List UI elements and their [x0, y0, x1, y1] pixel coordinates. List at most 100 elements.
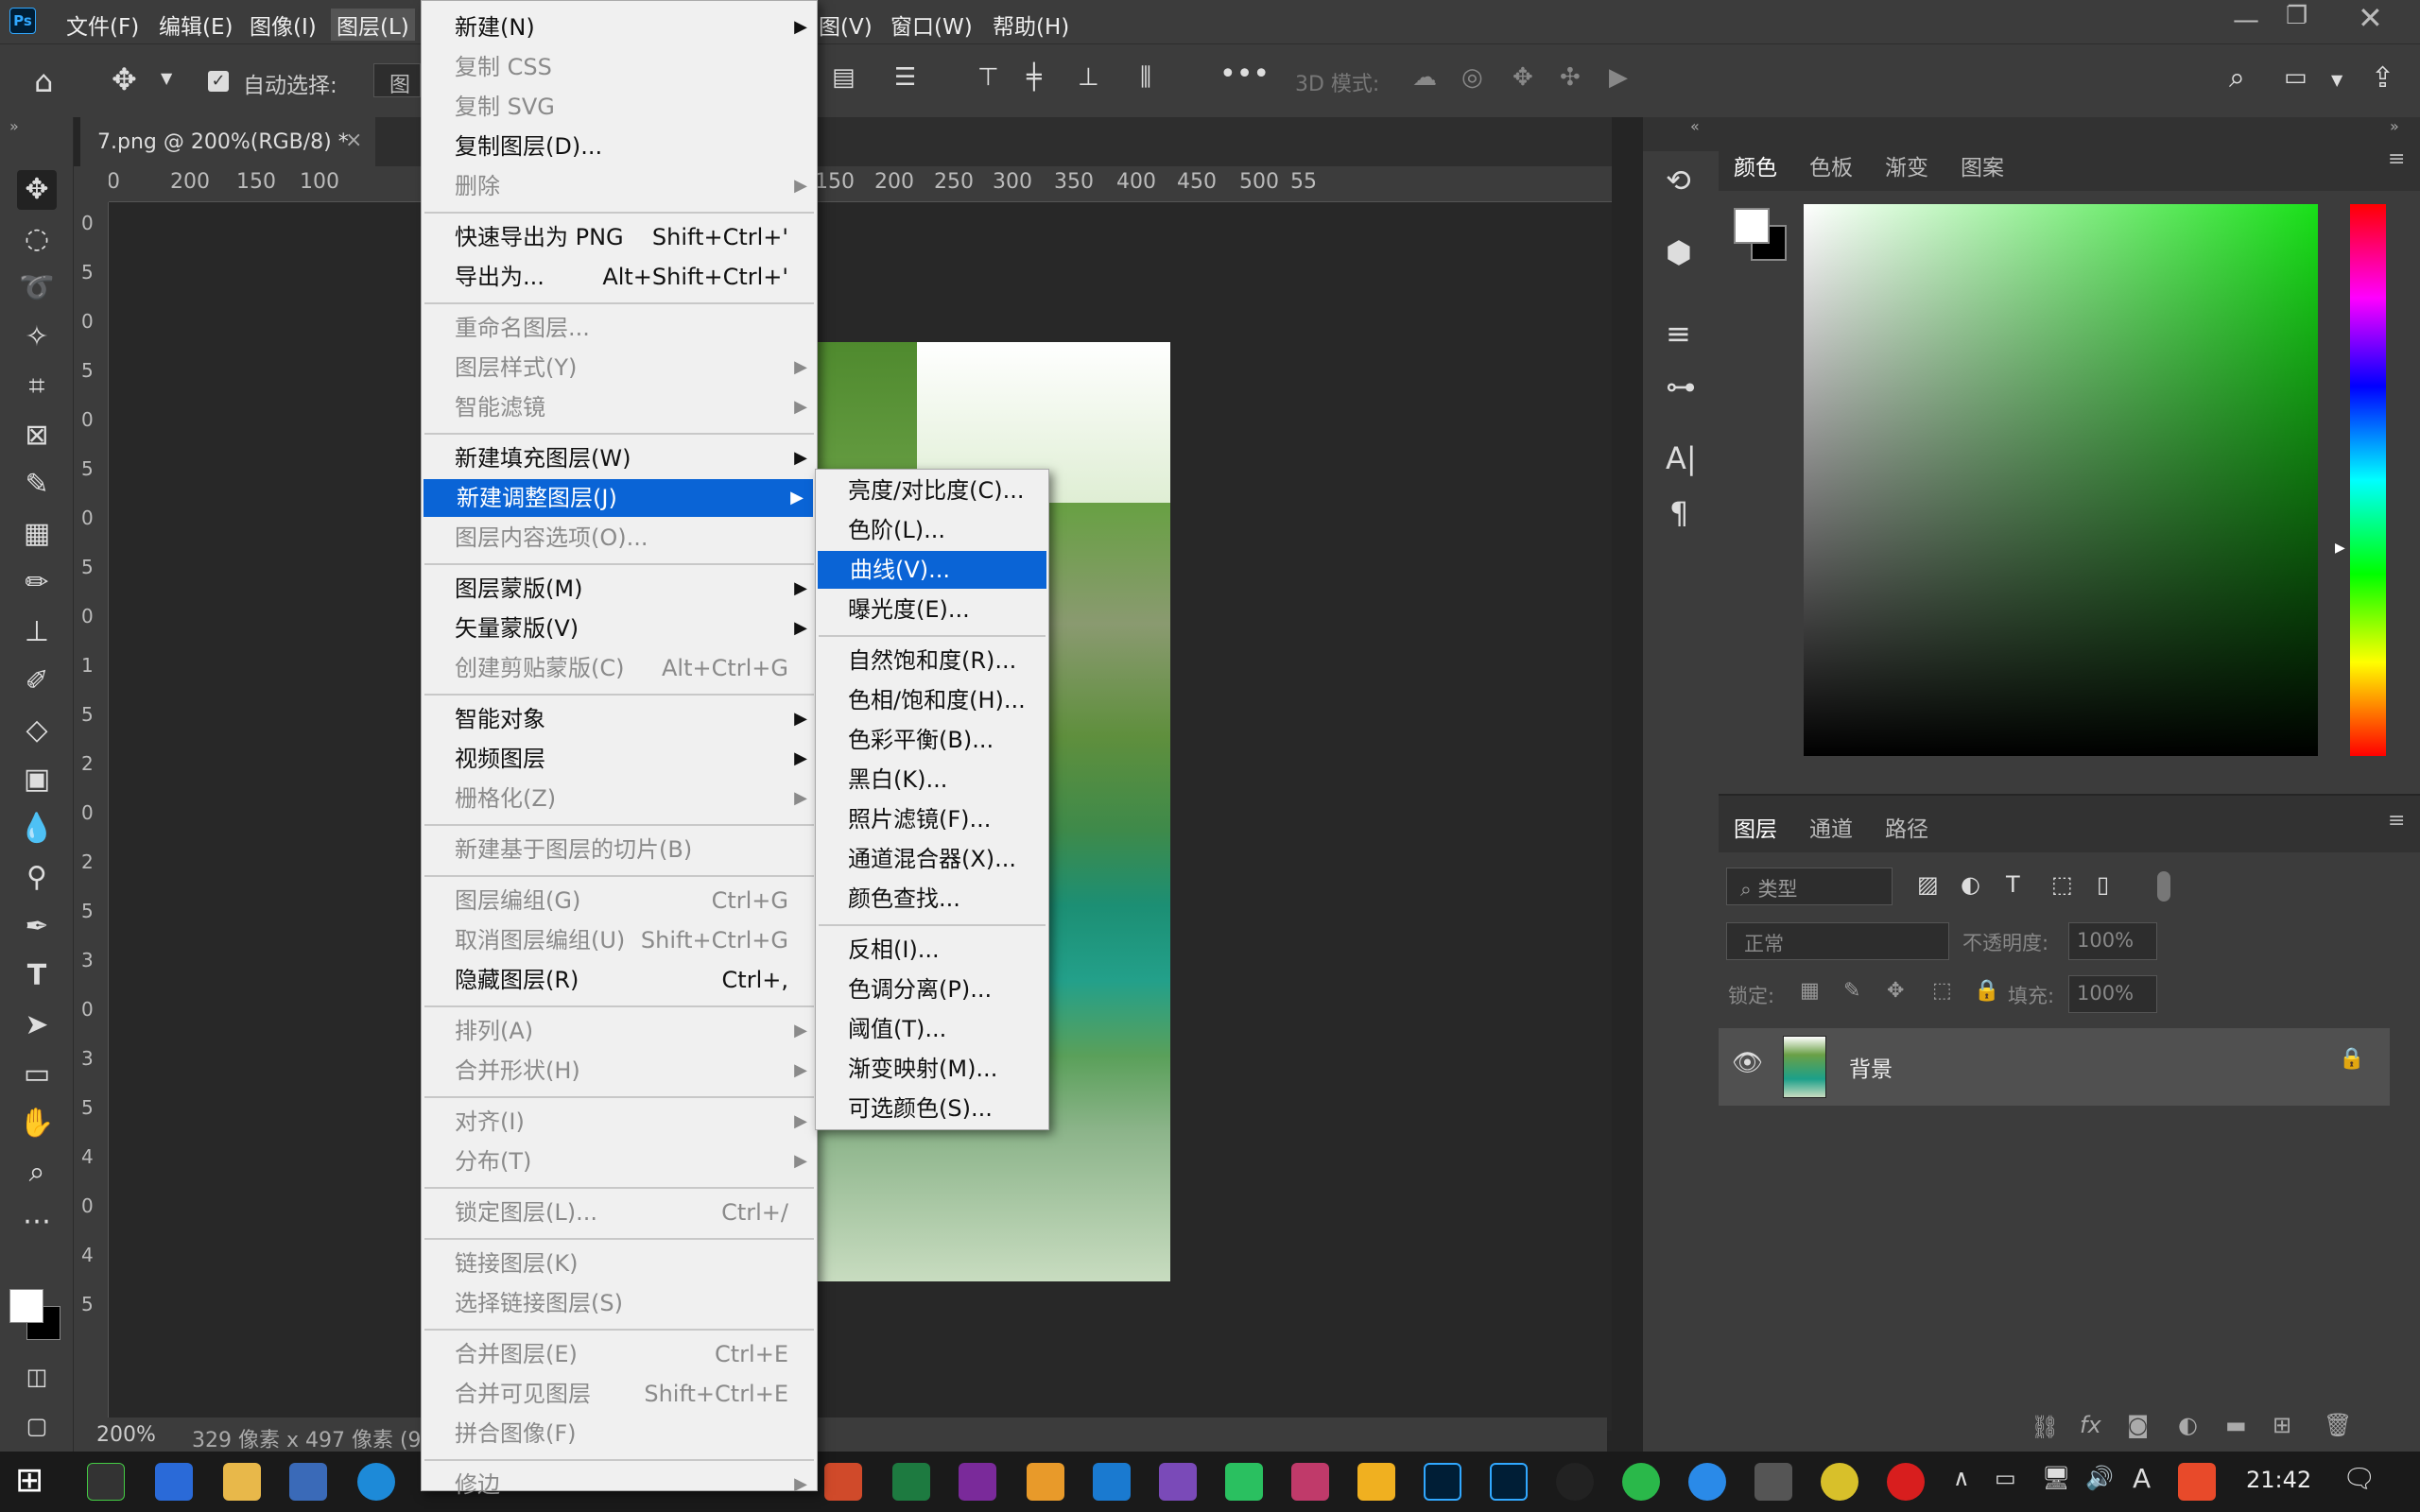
- move-tool-icon[interactable]: ✥: [112, 61, 137, 97]
- align-middle-icon[interactable]: ╪: [1027, 63, 1042, 92]
- volume-icon[interactable]: 🔊: [2085, 1465, 2114, 1491]
- align-top-icon[interactable]: ⊤: [977, 63, 999, 92]
- excel-icon[interactable]: [892, 1463, 930, 1501]
- adjustment-menu-item[interactable]: 颜色查找...: [816, 880, 1048, 918]
- link-layers-icon[interactable]: ⛓: [2031, 1414, 2059, 1440]
- notification-icon[interactable]: 🗨: [2342, 1463, 2377, 1494]
- auto-select-dropdown[interactable]: 图层: [373, 63, 421, 97]
- collapse-icon[interactable]: »: [9, 117, 19, 135]
- layer-row[interactable]: 👁 背景 🔒: [1719, 1028, 2390, 1106]
- vscode-icon[interactable]: [1093, 1463, 1131, 1501]
- sogou-icon[interactable]: [2178, 1463, 2216, 1501]
- document-tab[interactable]: 7.png @ 200%(RGB/8) * ×: [80, 117, 375, 166]
- visual-studio-icon[interactable]: [1159, 1463, 1197, 1501]
- more-options-icon[interactable]: •••: [1219, 58, 1270, 91]
- panel-menu-icon[interactable]: ≡: [2388, 147, 2405, 171]
- 3d-orbit-icon[interactable]: ☁: [1412, 63, 1437, 92]
- layer-menu-item[interactable]: 复制图层(D)...: [422, 128, 817, 165]
- 3d-slide-icon[interactable]: ✣: [1560, 63, 1581, 92]
- layer-menu-item[interactable]: 新建调整图层(J) ▶: [424, 479, 813, 517]
- lock-all-icon[interactable]: 🔒: [1974, 979, 1999, 1003]
- screen-mode-icon[interactable]: ▢: [17, 1406, 57, 1446]
- layer-menu-item[interactable]: 新建填充图层(W) ▶: [422, 439, 817, 477]
- stamp-tool-icon[interactable]: ⊥: [17, 612, 57, 652]
- adjustment-menu-item[interactable]: 自然饱和度(R)...: [816, 642, 1048, 679]
- crop-tool-icon[interactable]: ⌗: [17, 367, 57, 406]
- onenote-icon[interactable]: [959, 1463, 996, 1501]
- rectangle-tool-icon[interactable]: ▭: [17, 1055, 57, 1094]
- network-icon[interactable]: 🖥: [2042, 1465, 2070, 1491]
- store-icon[interactable]: [1754, 1463, 1792, 1501]
- tab-swatches[interactable]: 色板: [1809, 149, 1853, 181]
- terminal-icon[interactable]: [87, 1463, 125, 1501]
- adjustment-menu-item[interactable]: 可选颜色(S)...: [816, 1090, 1048, 1127]
- filter-pixel-icon[interactable]: ▨: [1917, 871, 1939, 898]
- pycharm-icon[interactable]: [1225, 1463, 1263, 1501]
- eraser-icon[interactable]: ◇: [17, 711, 57, 750]
- powerpoint-icon[interactable]: [824, 1463, 862, 1501]
- adjustment-menu-item[interactable]: 色调分离(P)...: [816, 971, 1048, 1008]
- menu-edit[interactable]: 编辑(E): [159, 9, 233, 41]
- app-icon[interactable]: [1821, 1463, 1858, 1501]
- color-field[interactable]: [1804, 204, 2318, 756]
- adjustment-menu-item[interactable]: 渐变映射(M)...: [816, 1050, 1048, 1088]
- collapse-icon[interactable]: «: [1690, 117, 1700, 135]
- layer-menu-item[interactable]: 视频图层 ▶: [422, 740, 817, 778]
- lock-position-icon[interactable]: ✥: [1887, 979, 1904, 1003]
- feishu-icon[interactable]: [1688, 1463, 1726, 1501]
- quick-mask-icon[interactable]: ◫: [17, 1357, 57, 1397]
- filter-type-icon[interactable]: T: [2006, 871, 2020, 898]
- tab-layers[interactable]: 图层: [1734, 811, 1777, 843]
- layer-menu-item[interactable]: 快速导出为 PNG Shift+Ctrl+': [422, 218, 817, 256]
- adjustment-menu-item[interactable]: 色彩平衡(B)...: [816, 721, 1048, 759]
- ime-indicator[interactable]: A: [2133, 1463, 2151, 1494]
- pen-tool-icon[interactable]: ✒: [17, 907, 57, 947]
- auto-select-checkbox[interactable]: ✓: [208, 71, 229, 92]
- lasso-tool-icon[interactable]: ➰: [17, 268, 57, 308]
- workspace-icon[interactable]: ▭: [2284, 63, 2308, 92]
- fill-input[interactable]: 100%: [2068, 975, 2157, 1013]
- marquee-tool-icon[interactable]: ◌: [17, 219, 57, 259]
- dodge-tool-icon[interactable]: ⚲: [17, 858, 57, 898]
- adjustment-layer-icon[interactable]: ◐: [2178, 1412, 2198, 1438]
- share-icon[interactable]: ⇪: [2371, 61, 2394, 94]
- history-brush-icon[interactable]: ✐: [17, 662, 57, 701]
- group-icon[interactable]: ▬: [2225, 1412, 2247, 1438]
- opacity-input[interactable]: 100%: [2068, 922, 2157, 960]
- layer-menu-item[interactable]: 矢量蒙版(V) ▶: [422, 610, 817, 647]
- clock[interactable]: 21:42: [2246, 1467, 2311, 1493]
- netease-music-icon[interactable]: [1887, 1463, 1925, 1501]
- paragraph-icon[interactable]: ¶: [1669, 495, 1688, 531]
- minimize-icon[interactable]: —: [2233, 4, 2259, 35]
- filter-shape-icon[interactable]: ⬚: [2051, 871, 2073, 898]
- frame-tool-icon[interactable]: ⊠: [17, 416, 57, 455]
- photoshop-taskbar-icon[interactable]: [1424, 1463, 1461, 1501]
- expand-icon[interactable]: »: [2390, 117, 2399, 135]
- calculator-icon[interactable]: [289, 1463, 327, 1501]
- blend-mode-dropdown[interactable]: 正常: [1726, 922, 1949, 960]
- windows-start-icon[interactable]: ⊞: [15, 1461, 43, 1500]
- close-icon[interactable]: ✕: [2358, 0, 2383, 36]
- adjustment-menu-item[interactable]: 照片滤镜(F)...: [816, 800, 1048, 838]
- remote-icon[interactable]: [155, 1463, 193, 1501]
- magic-wand-icon[interactable]: ✧: [17, 318, 57, 357]
- file-explorer-icon[interactable]: [223, 1463, 261, 1501]
- close-tab-icon[interactable]: ×: [345, 129, 362, 152]
- qq-icon[interactable]: [1556, 1463, 1594, 1501]
- lock-transparent-icon[interactable]: ▦: [1800, 979, 1820, 1003]
- notes-icon[interactable]: [1357, 1463, 1395, 1501]
- foreground-color-swatch[interactable]: [9, 1289, 43, 1323]
- tab-patterns[interactable]: 图案: [1961, 149, 2004, 181]
- brush-settings-icon[interactable]: ≡: [1666, 316, 1691, 352]
- layer-filter-dropdown[interactable]: ⌕ 类型: [1726, 868, 1893, 905]
- lock-artboard-icon[interactable]: ⬚: [1932, 979, 1952, 1003]
- wechat-icon[interactable]: [1622, 1463, 1660, 1501]
- align-icon[interactable]: ▤: [832, 63, 856, 92]
- adjustment-menu-item[interactable]: 曲线(V)...: [818, 551, 1046, 589]
- chevron-up-icon[interactable]: ∧: [1953, 1465, 1970, 1491]
- adjustment-menu-item[interactable]: 通道混合器(X)...: [816, 840, 1048, 878]
- 3d-camera-icon[interactable]: ▶: [1609, 63, 1628, 92]
- eye-icon[interactable]: 👁: [1732, 1049, 1763, 1077]
- menu-view[interactable]: 图(V): [819, 9, 873, 41]
- filter-toggle-icon[interactable]: [2157, 871, 2170, 902]
